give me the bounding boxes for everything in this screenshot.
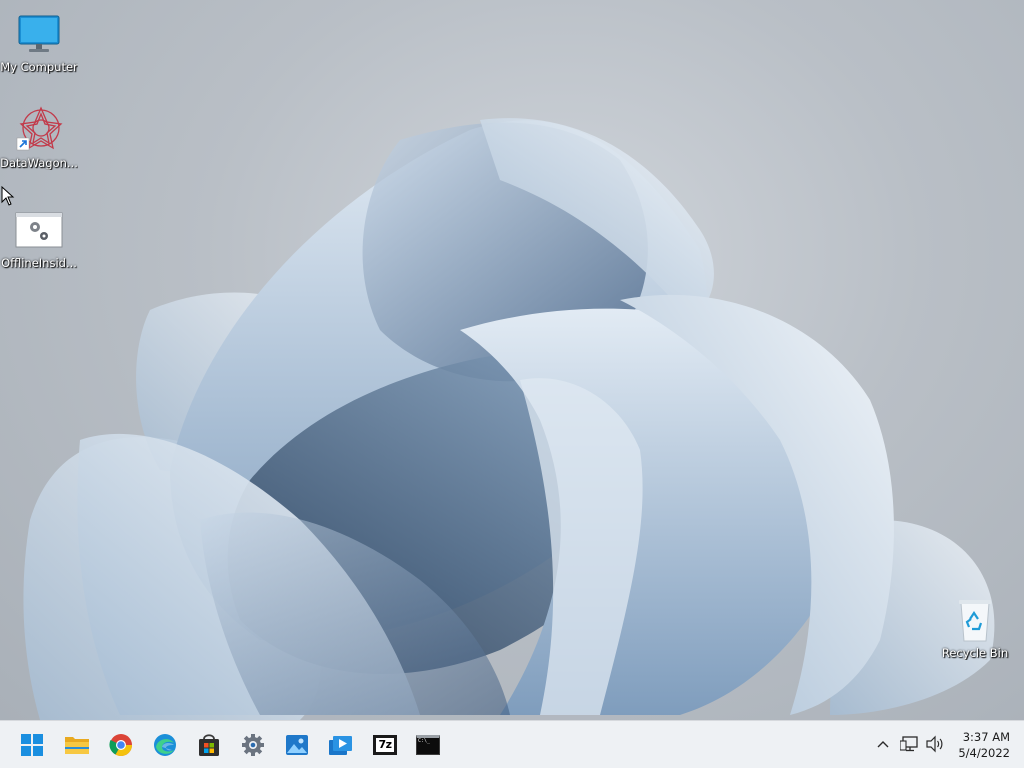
desktop-icon-offlineinsider[interactable]: OfflineInsid...	[0, 206, 78, 270]
edge-icon	[154, 734, 176, 756]
network-icon	[900, 736, 918, 752]
volume-icon	[926, 735, 943, 753]
store-bag-icon	[199, 734, 219, 756]
taskbar-settings[interactable]	[235, 727, 271, 763]
recycle-bin-icon	[951, 596, 999, 644]
clock-date: 5/4/2022	[958, 746, 1010, 760]
taskbar-clock[interactable]: 3:37 AM 5/4/2022	[950, 729, 1010, 761]
folder-icon	[65, 737, 89, 754]
chevron-up-icon	[877, 741, 889, 748]
photos-icon	[286, 735, 308, 755]
taskbar: 7z C:\_ 3:37 AM 5/4/2022	[0, 720, 1024, 768]
mouse-cursor-icon	[1, 186, 15, 206]
taskbar-edge[interactable]	[147, 727, 183, 763]
show-hidden-icons-button[interactable]	[872, 733, 894, 755]
chrome-icon	[109, 734, 132, 756]
desktop-icon-datawagon[interactable]: DataWagon...	[0, 106, 78, 170]
taskbar-command-prompt[interactable]: C:\_	[410, 727, 446, 763]
desktop-icon-label: OfflineInsid...	[1, 256, 77, 270]
gear-icon	[242, 734, 264, 756]
taskbar-media-player[interactable]	[323, 727, 359, 763]
desktop[interactable]: My Computer DataWagon... OfflineInsid...…	[0, 0, 1024, 720]
settings-window-icon	[15, 206, 63, 254]
volume-button[interactable]	[924, 733, 946, 755]
terminal-icon: C:\_	[416, 735, 440, 755]
taskbar-store[interactable]	[191, 727, 227, 763]
desktop-icon-recycle-bin[interactable]: Recycle Bin	[936, 596, 1014, 660]
desktop-icon-label: Recycle Bin	[941, 646, 1009, 660]
taskbar-chrome[interactable]	[103, 727, 139, 763]
7zip-icon-label: 7z	[376, 738, 394, 752]
desktop-icon-my-computer[interactable]: My Computer	[0, 10, 78, 74]
media-player-icon	[329, 736, 352, 755]
network-button[interactable]	[899, 733, 921, 755]
terminal-icon-label: C:\_	[418, 738, 431, 744]
taskbar-file-explorer[interactable]	[59, 727, 95, 763]
clock-time: 3:37 AM	[962, 730, 1010, 744]
datawagon-shortcut-icon	[15, 106, 63, 154]
monitor-icon	[15, 10, 63, 58]
taskbar-7zip[interactable]: 7z	[367, 727, 403, 763]
taskbar-photos[interactable]	[279, 727, 315, 763]
start-button[interactable]	[14, 727, 50, 763]
desktop-icon-label: My Computer	[0, 60, 78, 74]
desktop-icon-label: DataWagon...	[0, 156, 78, 170]
wallpaper-bloom-image	[23, 118, 995, 720]
windows-start-icon	[21, 734, 43, 756]
7zip-icon: 7z	[373, 735, 397, 755]
